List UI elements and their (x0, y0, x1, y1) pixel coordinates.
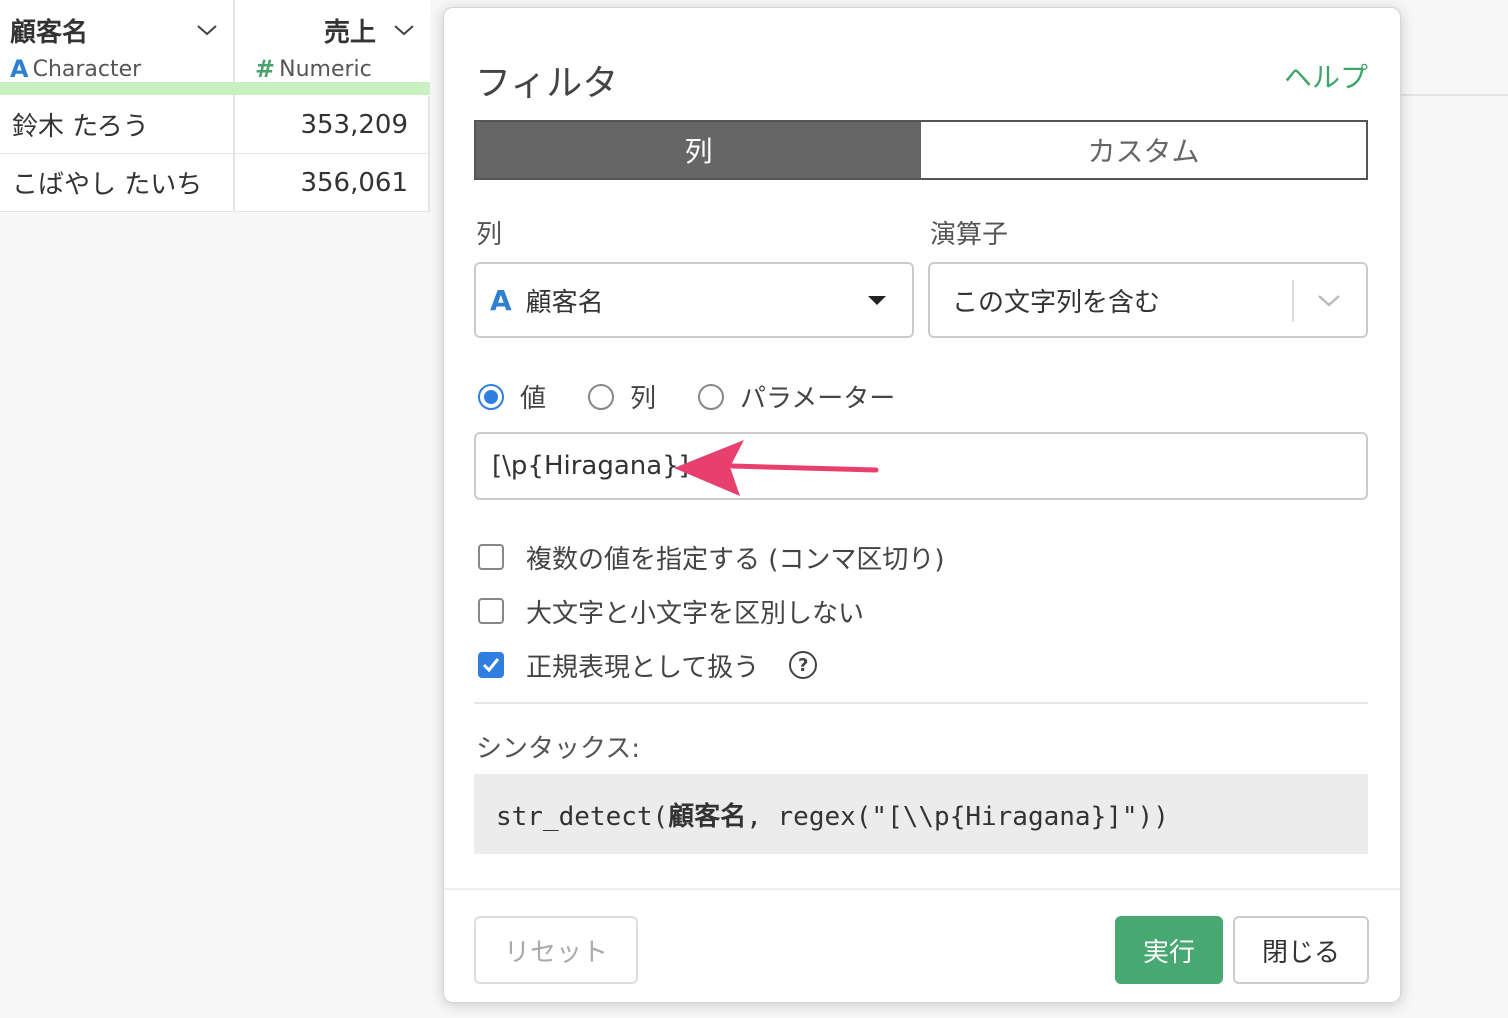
numeric-type-icon: # (255, 55, 276, 83)
column-quality-bar (0, 82, 430, 95)
radio-button[interactable] (478, 383, 504, 410)
checkbox[interactable] (478, 544, 504, 570)
option-ignore-case[interactable]: 大文字と小文字を区別しない (478, 584, 945, 638)
column-type: # Numeric (245, 55, 420, 83)
radio-value[interactable]: 値 (478, 378, 546, 415)
radio-label: 値 (520, 384, 547, 414)
chevron-down-icon[interactable] (195, 20, 219, 40)
data-grid: 顧客名 A Character 売上 # Numeric 鈴木 たろう 353,… (0, 0, 430, 212)
run-button[interactable]: 実行 (1115, 916, 1223, 984)
table-row: こばやし たいち 356,061 (0, 153, 430, 212)
help-link[interactable]: ヘルプ (1284, 56, 1368, 96)
value-source-radios: 値 列 パラメーター (478, 378, 937, 415)
syntax-label: シンタックス: (476, 734, 640, 764)
filter-dialog: フィルタ ヘルプ 列 カスタム 列 演算子 A 顧客名 この文字列を含む 値 列… (443, 7, 1401, 1003)
divider (474, 702, 1368, 704)
dialog-title: フィルタ (475, 63, 619, 104)
syntax-code-pre: str_detect( (496, 801, 669, 832)
radio-button[interactable] (588, 383, 615, 410)
close-button[interactable]: 閉じる (1233, 916, 1369, 984)
checkbox-label: 複数の値を指定する (コンマ区切り) (526, 544, 945, 575)
checkbox[interactable] (478, 652, 504, 678)
operator-select-value: この文字列を含む (952, 287, 1161, 318)
checkmark-icon (482, 658, 500, 673)
checkbox-label: 大文字と小文字を区別しない (526, 598, 865, 629)
chevron-down-icon (1318, 295, 1340, 307)
checkbox[interactable] (478, 598, 504, 624)
table-cell: こばやし たいち (0, 154, 235, 211)
table-cell: 353,209 (235, 96, 430, 153)
header-divider (1400, 94, 1508, 96)
select-divider (1292, 280, 1294, 322)
table-cell: 356,061 (235, 154, 430, 211)
tab-column[interactable]: 列 (476, 122, 921, 178)
table-cell: 鈴木 たろう (0, 96, 235, 153)
syntax-code-column: 顧客名 (668, 801, 747, 832)
help-circle-icon[interactable]: ? (789, 651, 818, 679)
radio-label: 列 (630, 384, 657, 414)
grid-header: 顧客名 A Character 売上 # Numeric (0, 0, 430, 96)
filter-options: 複数の値を指定する (コンマ区切り) 大文字と小文字を区別しない 正規表現として… (478, 530, 945, 692)
column-select-value: 顧客名 (525, 287, 604, 318)
checkbox-label: 正規表現として扱う (526, 652, 760, 683)
syntax-code: str_detect(顧客名, regex("[\\p{Hiragana}]")… (496, 796, 1169, 833)
option-multiple-values[interactable]: 複数の値を指定する (コンマ区切り) (478, 530, 945, 584)
footer-divider (444, 888, 1400, 890)
column-type: A Character (10, 55, 223, 83)
character-type-icon: A (490, 283, 512, 317)
option-regex[interactable]: 正規表現として扱う ? (478, 638, 945, 692)
radio-button[interactable] (698, 383, 725, 410)
radio-parameter[interactable]: パラメーター (698, 378, 895, 415)
operator-select[interactable]: この文字列を含む (928, 262, 1368, 338)
reset-button[interactable]: リセット (474, 916, 638, 984)
column-type-label: Numeric (279, 56, 372, 82)
tab-custom[interactable]: カスタム (921, 122, 1366, 178)
column-label: 列 (476, 220, 503, 250)
column-title: 顧客名 (10, 18, 89, 48)
filter-value-input[interactable] (474, 432, 1368, 500)
filter-mode-tabs: 列 カスタム (474, 120, 1368, 180)
radio-column[interactable]: 列 (588, 378, 656, 415)
table-row: 鈴木 たろう 353,209 (0, 95, 430, 154)
chevron-down-icon[interactable] (392, 20, 416, 40)
syntax-code-post: , regex("[\\p{Hiragana}]")) (746, 801, 1169, 832)
column-select[interactable]: A 顧客名 (474, 262, 914, 338)
caret-down-icon (868, 296, 886, 305)
column-type-label: Character (32, 56, 142, 82)
radio-label: パラメーター (740, 384, 896, 414)
character-type-icon: A (10, 55, 29, 83)
operator-label: 演算子 (930, 220, 1009, 250)
syntax-preview: str_detect(顧客名, regex("[\\p{Hiragana}]")… (474, 774, 1368, 854)
